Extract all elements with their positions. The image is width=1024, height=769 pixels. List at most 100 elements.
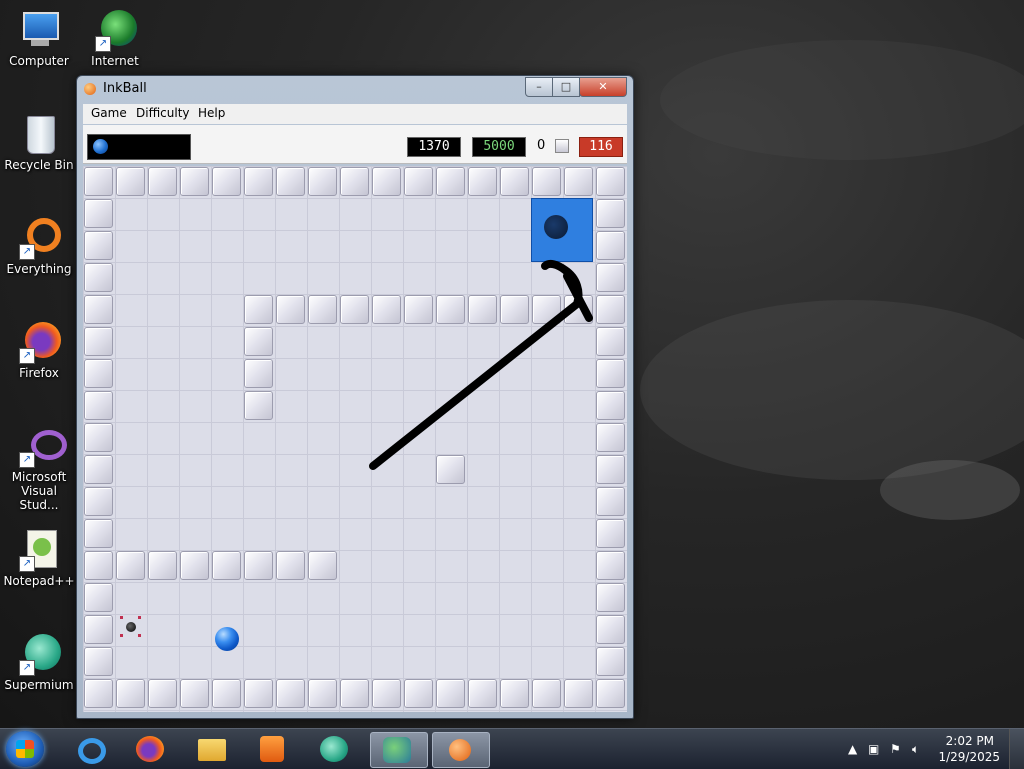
desktop-icon-visual-studio[interactable]: ↗ Microsoft Visual Stud... <box>0 424 78 512</box>
desktop-icon-notepad-plus-plus[interactable]: ↗ Notepad++ <box>0 528 78 588</box>
wall-tile <box>596 551 625 580</box>
system-tray: ▲ ▣ ⚑ 🔈︎ 2:02 PM 1/29/2025 <box>824 729 1024 769</box>
start-orb[interactable] <box>6 731 44 767</box>
taskbar-internet-explorer[interactable] <box>64 732 116 766</box>
wall-tile <box>500 295 529 324</box>
wall-tile <box>372 295 401 324</box>
shortcut-arrow-icon: ↗ <box>19 244 35 260</box>
wallpaper-wave <box>640 300 1024 480</box>
windows-logo-icon <box>16 740 34 758</box>
show-hidden-icons-icon[interactable]: ▲ <box>848 742 857 756</box>
wall-tile <box>84 615 113 644</box>
everything-icon: ↗ <box>17 216 61 260</box>
clock-date[interactable]: 1/29/2025 <box>938 750 1000 764</box>
goal-hole-opening <box>544 215 568 239</box>
shortcut-arrow-icon: ↗ <box>19 452 35 468</box>
wall-tile <box>84 519 113 548</box>
wall-tile <box>468 679 497 708</box>
minimize-button[interactable]: – <box>525 77 553 97</box>
wall-tile <box>84 487 113 516</box>
wall-tile <box>276 551 305 580</box>
wall-tile <box>84 391 113 420</box>
recycle-bin-icon <box>17 112 61 156</box>
network-icon[interactable]: ▣ <box>868 742 879 756</box>
menu-game[interactable]: Game <box>91 106 127 120</box>
wall-tile <box>84 167 113 196</box>
title-bar[interactable]: InkBall – □ ✕ <box>77 76 633 102</box>
wall-tile <box>244 327 273 356</box>
wall-tile <box>244 167 273 196</box>
maximize-button[interactable]: □ <box>552 77 580 97</box>
wall-tile <box>84 423 113 452</box>
visual-studio-icon: ↗ <box>17 424 67 468</box>
desktop-icon-recycle-bin[interactable]: Recycle Bin <box>0 112 78 172</box>
desktop-icon-supermium[interactable]: ↗ Supermium <box>0 632 78 692</box>
internet-icon: ↗ <box>93 8 137 52</box>
ball-blue <box>215 627 239 652</box>
score-display: 1370 <box>407 137 461 157</box>
spawn-hole-dot <box>126 622 136 632</box>
menu-help[interactable]: Help <box>198 106 225 120</box>
wall-tile <box>596 391 625 420</box>
wall-tile <box>84 647 113 676</box>
taskbar-file-explorer[interactable] <box>186 732 238 766</box>
taskbar-inkball[interactable] <box>432 732 490 768</box>
desktop-icon-firefox[interactable]: ↗ Firefox <box>0 320 78 380</box>
shortcut-arrow-icon: ↗ <box>19 556 35 572</box>
menu-bar: Game Difficulty Help <box>83 104 627 124</box>
wall-tile <box>596 647 625 676</box>
wall-tile <box>276 295 305 324</box>
wall-tile <box>244 551 273 580</box>
wall-tile <box>148 551 177 580</box>
taskbar-network-people[interactable] <box>370 732 428 768</box>
game-board[interactable] <box>83 166 627 712</box>
wall-tile <box>308 167 337 196</box>
computer-icon <box>17 8 61 52</box>
spawn-marker <box>138 616 141 619</box>
taskbar-supermium[interactable] <box>308 732 360 766</box>
wall-tile <box>84 583 113 612</box>
wall-tile <box>84 455 113 484</box>
wall-tile <box>596 327 625 356</box>
goal-score-display: 5000 <box>472 137 526 157</box>
ball-spawn-point <box>120 616 142 638</box>
wall-tile <box>596 295 625 324</box>
wall-tile <box>500 679 529 708</box>
next-ball-panel <box>87 134 191 160</box>
show-desktop-button[interactable] <box>1009 729 1024 769</box>
desktop-icon-column: Computer ↗ Internet Recycle Bin ↗ Everyt… <box>0 0 139 728</box>
shortcut-arrow-icon: ↗ <box>19 348 35 364</box>
wall-tile <box>596 615 625 644</box>
wall-tile <box>276 679 305 708</box>
close-button[interactable]: ✕ <box>579 77 627 97</box>
wall-tile <box>116 679 145 708</box>
window-title: InkBall <box>103 81 147 96</box>
taskbar-media-player[interactable] <box>246 732 298 766</box>
desktop-icon-everything[interactable]: ↗ Everything <box>0 216 78 276</box>
clock-time[interactable]: 2:02 PM <box>946 734 994 748</box>
menu-difficulty[interactable]: Difficulty <box>136 106 190 120</box>
wall-tile <box>340 295 369 324</box>
wall-tile <box>468 295 497 324</box>
shortcut-arrow-icon: ↗ <box>19 660 35 676</box>
wallpaper-wave <box>660 40 1024 160</box>
wall-tile <box>596 359 625 388</box>
inkball-window[interactable]: InkBall – □ ✕ Game Difficulty Help 1370 … <box>76 75 634 719</box>
wall-tile <box>276 167 305 196</box>
desktop-icon-internet[interactable]: ↗ Internet <box>76 8 154 68</box>
wall-tile <box>468 167 497 196</box>
wall-tile <box>84 327 113 356</box>
action-center-flag-icon[interactable]: ⚑ <box>890 742 901 756</box>
wall-tile <box>564 679 593 708</box>
wall-tile <box>84 263 113 292</box>
wall-tile <box>372 167 401 196</box>
desktop-icon-computer[interactable]: Computer <box>0 8 78 68</box>
spawn-marker <box>138 634 141 637</box>
wall-tile <box>596 263 625 292</box>
internet-explorer-icon <box>78 738 106 764</box>
taskbar-firefox[interactable] <box>124 732 176 766</box>
volume-icon[interactable]: 🔈︎ <box>912 742 919 757</box>
wall-tile <box>340 679 369 708</box>
wall-tile <box>596 583 625 612</box>
status-panel: 1370 5000 0 116 <box>83 125 627 164</box>
